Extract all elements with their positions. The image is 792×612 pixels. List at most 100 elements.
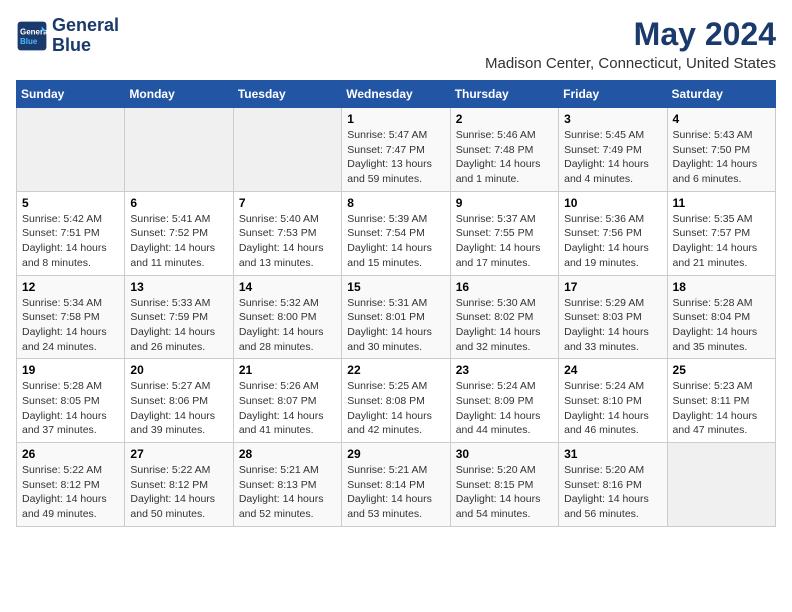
weekday-header: Tuesday: [233, 81, 341, 108]
day-info: Sunrise: 5:40 AM Sunset: 7:53 PM Dayligh…: [239, 212, 336, 271]
day-info: Sunrise: 5:31 AM Sunset: 8:01 PM Dayligh…: [347, 296, 444, 355]
day-number: 23: [456, 363, 553, 377]
calendar-week-row: 12Sunrise: 5:34 AM Sunset: 7:58 PM Dayli…: [17, 275, 776, 359]
calendar-cell: 29 Sunrise: 5:21 AM Sunset: 8:14 PM Dayli…: [342, 443, 450, 527]
calendar-cell: 1 Sunrise: 5:47 AM Sunset: 7:47 PM Daylig…: [342, 108, 450, 192]
day-info: Sunrise: 5:45 AM Sunset: 7:49 PM Dayligh…: [564, 128, 661, 187]
day-info: Sunrise: 5:24 AM Sunset: 8:09 PM Dayligh…: [456, 379, 553, 438]
calendar-cell: 4 Sunrise: 5:43 AM Sunset: 7:50 PM Daylig…: [667, 108, 775, 192]
day-number: 20: [130, 363, 227, 377]
calendar-cell: 6Sunrise: 5:41 AM Sunset: 7:52 PM Daylig…: [125, 191, 233, 275]
day-info: Sunrise: 5:47 AM Sunset: 7:47 PM Dayligh…: [347, 128, 444, 187]
day-info: Sunrise: 5:33 AM Sunset: 7:59 PM Dayligh…: [130, 296, 227, 355]
calendar-cell: [17, 108, 125, 192]
day-info: Sunrise: 5:27 AM Sunset: 8:06 PM Dayligh…: [130, 379, 227, 438]
day-number: 29: [347, 447, 444, 461]
svg-text:Blue: Blue: [20, 37, 38, 46]
day-number: 7: [239, 196, 336, 210]
day-number: 15: [347, 280, 444, 294]
day-number: 3: [564, 112, 661, 126]
day-info: Sunrise: 5:39 AM Sunset: 7:54 PM Dayligh…: [347, 212, 444, 271]
weekday-header: Sunday: [17, 81, 125, 108]
calendar-cell: 31 Sunrise: 5:20 AM Sunset: 8:16 PM Dayli…: [559, 443, 667, 527]
calendar-cell: 24 Sunrise: 5:24 AM Sunset: 8:10 PM Dayli…: [559, 359, 667, 443]
day-info: Sunrise: 5:20 AM Sunset: 8:15 PM Dayligh…: [456, 463, 553, 522]
main-title: May 2024: [485, 16, 776, 53]
calendar-cell: 13 Sunrise: 5:33 AM Sunset: 7:59 PM Dayli…: [125, 275, 233, 359]
weekday-header: Monday: [125, 81, 233, 108]
calendar-cell: 22 Sunrise: 5:25 AM Sunset: 8:08 PM Dayli…: [342, 359, 450, 443]
day-number: 8: [347, 196, 444, 210]
calendar-cell: 10 Sunrise: 5:36 AM Sunset: 7:56 PM Dayli…: [559, 191, 667, 275]
day-number: 25: [673, 363, 770, 377]
calendar-week-row: 1 Sunrise: 5:47 AM Sunset: 7:47 PM Daylig…: [17, 108, 776, 192]
day-number: 28: [239, 447, 336, 461]
calendar-cell: 21Sunrise: 5:26 AM Sunset: 8:07 PM Dayli…: [233, 359, 341, 443]
calendar-cell: 12Sunrise: 5:34 AM Sunset: 7:58 PM Dayli…: [17, 275, 125, 359]
day-info: Sunrise: 5:34 AM Sunset: 7:58 PM Dayligh…: [22, 296, 119, 355]
calendar-cell: [233, 108, 341, 192]
calendar-week-row: 19 Sunrise: 5:28 AM Sunset: 8:05 PM Dayli…: [17, 359, 776, 443]
calendar-cell: 7 Sunrise: 5:40 AM Sunset: 7:53 PM Daylig…: [233, 191, 341, 275]
calendar-cell: 9 Sunrise: 5:37 AM Sunset: 7:55 PM Daylig…: [450, 191, 558, 275]
day-info: Sunrise: 5:42 AM Sunset: 7:51 PM Dayligh…: [22, 212, 119, 271]
title-area: May 2024 Madison Center, Connecticut, Un…: [485, 16, 776, 72]
weekday-header: Saturday: [667, 81, 775, 108]
day-number: 27: [130, 447, 227, 461]
calendar-cell: 2Sunrise: 5:46 AM Sunset: 7:48 PM Daylig…: [450, 108, 558, 192]
day-info: Sunrise: 5:32 AM Sunset: 8:00 PM Dayligh…: [239, 296, 336, 355]
day-info: Sunrise: 5:22 AM Sunset: 8:12 PM Dayligh…: [130, 463, 227, 522]
calendar-cell: [667, 443, 775, 527]
weekday-header: Thursday: [450, 81, 558, 108]
day-info: Sunrise: 5:36 AM Sunset: 7:56 PM Dayligh…: [564, 212, 661, 271]
day-info: Sunrise: 5:37 AM Sunset: 7:55 PM Dayligh…: [456, 212, 553, 271]
calendar-cell: 20 Sunrise: 5:27 AM Sunset: 8:06 PM Dayli…: [125, 359, 233, 443]
calendar-week-row: 5 Sunrise: 5:42 AM Sunset: 7:51 PM Daylig…: [17, 191, 776, 275]
weekday-header: Friday: [559, 81, 667, 108]
day-number: 1: [347, 112, 444, 126]
day-number: 4: [673, 112, 770, 126]
calendar-cell: 8 Sunrise: 5:39 AM Sunset: 7:54 PM Daylig…: [342, 191, 450, 275]
day-number: 26: [22, 447, 119, 461]
day-info: Sunrise: 5:28 AM Sunset: 8:05 PM Dayligh…: [22, 379, 119, 438]
logo: General Blue General Blue: [16, 16, 119, 56]
calendar-cell: 16 Sunrise: 5:30 AM Sunset: 8:02 PM Dayli…: [450, 275, 558, 359]
calendar-cell: 17 Sunrise: 5:29 AM Sunset: 8:03 PM Dayli…: [559, 275, 667, 359]
day-info: Sunrise: 5:35 AM Sunset: 7:57 PM Dayligh…: [673, 212, 770, 271]
day-info: Sunrise: 5:20 AM Sunset: 8:16 PM Dayligh…: [564, 463, 661, 522]
day-info: Sunrise: 5:28 AM Sunset: 8:04 PM Dayligh…: [673, 296, 770, 355]
day-number: 17: [564, 280, 661, 294]
day-info: Sunrise: 5:29 AM Sunset: 8:03 PM Dayligh…: [564, 296, 661, 355]
day-number: 19: [22, 363, 119, 377]
day-number: 9: [456, 196, 553, 210]
day-info: Sunrise: 5:41 AM Sunset: 7:52 PM Dayligh…: [130, 212, 227, 271]
day-number: 10: [564, 196, 661, 210]
weekday-header-row: SundayMondayTuesdayWednesdayThursdayFrid…: [17, 81, 776, 108]
day-number: 14: [239, 280, 336, 294]
day-info: Sunrise: 5:43 AM Sunset: 7:50 PM Dayligh…: [673, 128, 770, 187]
day-info: Sunrise: 5:21 AM Sunset: 8:13 PM Dayligh…: [239, 463, 336, 522]
day-info: Sunrise: 5:26 AM Sunset: 8:07 PM Dayligh…: [239, 379, 336, 438]
day-number: 11: [673, 196, 770, 210]
day-number: 16: [456, 280, 553, 294]
day-info: Sunrise: 5:24 AM Sunset: 8:10 PM Dayligh…: [564, 379, 661, 438]
subtitle: Madison Center, Connecticut, United Stat…: [485, 55, 776, 72]
calendar-cell: 30Sunrise: 5:20 AM Sunset: 8:15 PM Dayli…: [450, 443, 558, 527]
day-number: 31: [564, 447, 661, 461]
day-info: Sunrise: 5:30 AM Sunset: 8:02 PM Dayligh…: [456, 296, 553, 355]
day-number: 24: [564, 363, 661, 377]
logo-text: General Blue: [52, 16, 119, 56]
day-info: Sunrise: 5:22 AM Sunset: 8:12 PM Dayligh…: [22, 463, 119, 522]
day-info: Sunrise: 5:21 AM Sunset: 8:14 PM Dayligh…: [347, 463, 444, 522]
calendar-cell: 25 Sunrise: 5:23 AM Sunset: 8:11 PM Dayli…: [667, 359, 775, 443]
calendar-table: SundayMondayTuesdayWednesdayThursdayFrid…: [16, 80, 776, 527]
calendar-cell: 23 Sunrise: 5:24 AM Sunset: 8:09 PM Dayli…: [450, 359, 558, 443]
calendar-cell: 3 Sunrise: 5:45 AM Sunset: 7:49 PM Daylig…: [559, 108, 667, 192]
day-number: 5: [22, 196, 119, 210]
day-number: 22: [347, 363, 444, 377]
day-number: 13: [130, 280, 227, 294]
day-info: Sunrise: 5:23 AM Sunset: 8:11 PM Dayligh…: [673, 379, 770, 438]
day-info: Sunrise: 5:25 AM Sunset: 8:08 PM Dayligh…: [347, 379, 444, 438]
day-number: 2: [456, 112, 553, 126]
calendar-week-row: 26 Sunrise: 5:22 AM Sunset: 8:12 PM Dayli…: [17, 443, 776, 527]
